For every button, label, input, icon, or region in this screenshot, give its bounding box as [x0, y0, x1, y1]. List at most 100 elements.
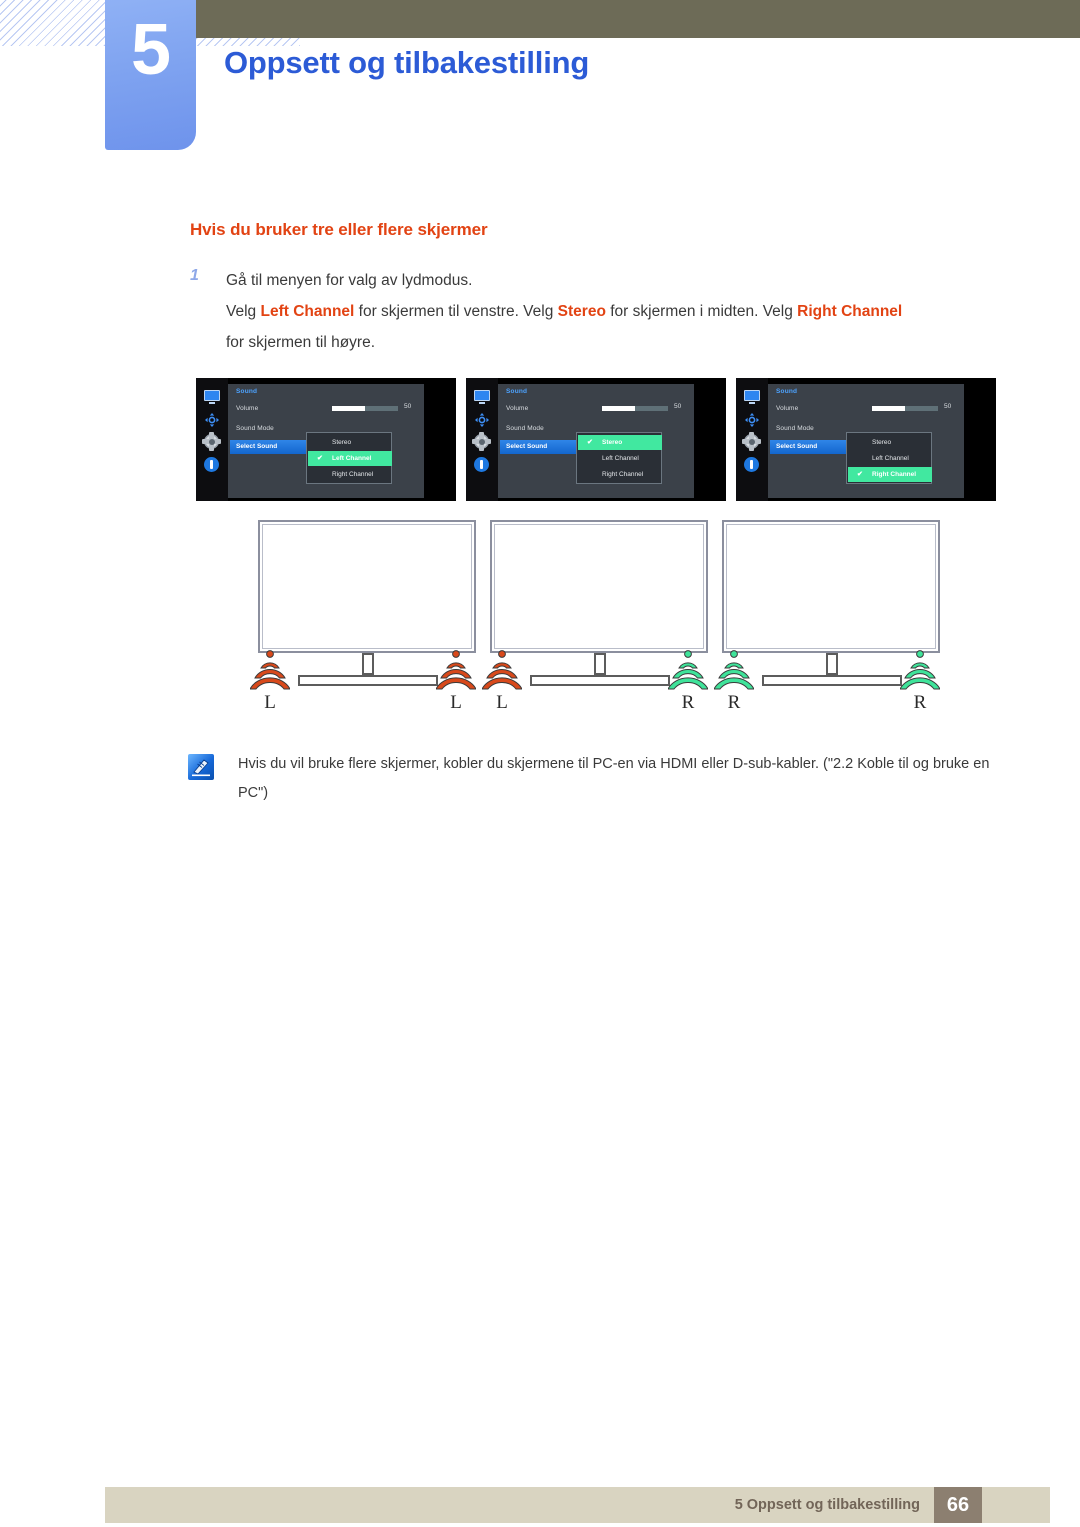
term-right-channel: Right Channel — [797, 303, 903, 320]
speaker-label: R — [727, 692, 741, 713]
check-icon: ✔ — [587, 439, 593, 446]
dropdown-option-right-channel[interactable]: Right Channel — [308, 467, 392, 482]
monitor-neck — [362, 653, 374, 675]
info-icon[interactable] — [744, 457, 760, 473]
speaker-label: R — [913, 692, 927, 713]
speaker-label: L — [264, 692, 276, 713]
dpad-icon[interactable] — [204, 412, 220, 428]
volume-value: 50 — [944, 403, 952, 410]
gear-icon[interactable] — [202, 432, 221, 451]
osd-title: Sound — [776, 388, 798, 395]
display-icon[interactable] — [204, 390, 220, 406]
dropdown-option-right-channel[interactable]: ✔ Right Channel — [848, 467, 932, 482]
monitor-base — [762, 675, 902, 686]
speaker-label: L — [496, 692, 508, 713]
dropdown-option-left-channel[interactable]: Left Channel — [848, 451, 932, 466]
page-title: Oppsett og tilbakestilling — [224, 45, 590, 80]
osd-menu-stereo: Sound Volume 50 Sound Mode Select Sound … — [466, 378, 726, 501]
volume-slider[interactable] — [602, 406, 668, 411]
volume-slider[interactable] — [872, 406, 938, 411]
check-icon: ✔ — [317, 455, 323, 462]
footer-chapter-label: 5 Oppsett og tilbakestilling — [734, 1497, 920, 1513]
volume-slider[interactable] — [332, 406, 398, 411]
check-icon: ✔ — [857, 471, 863, 478]
note-text: Hvis du vil bruke flere skjermer, kobler… — [238, 756, 990, 801]
speaker-wave-icon: L — [436, 648, 476, 713]
step-number: 1 — [190, 267, 199, 284]
term-stereo: Stereo — [557, 303, 606, 320]
volume-value: 50 — [674, 403, 682, 410]
dropdown-option-stereo[interactable]: Stereo — [308, 435, 392, 450]
three-monitor-diagram: L L L R R R — [250, 520, 960, 720]
step-line-3: for skjermen til høyre. — [226, 334, 376, 351]
osd-icon-sidebar — [196, 378, 228, 501]
osd-right-filler — [424, 378, 456, 501]
step-body: Gå til menyen for valg av lydmodus. Velg… — [226, 265, 1010, 358]
osd-menu-row: Sound Volume 50 Sound Mode Select Sound … — [196, 378, 1006, 503]
note-pen-icon — [188, 754, 214, 780]
osd-item-sound-mode[interactable]: Sound Mode — [236, 425, 274, 432]
speaker-wave-icon: R — [900, 648, 940, 713]
osd-menu-left-channel: Sound Volume 50 Sound Mode Select Sound … — [196, 378, 456, 501]
osd-item-sound-mode[interactable]: Sound Mode — [776, 425, 814, 432]
osd-panel: Sound Volume 50 Sound Mode Select Sound … — [768, 384, 964, 498]
osd-item-volume[interactable]: Volume — [236, 405, 258, 412]
step-block: 1 Gå til menyen for valg av lydmodus. Ve… — [190, 265, 1010, 358]
speaker-wave-icon: L — [250, 648, 290, 713]
step-line-2: Velg Left Channel for skjermen til venst… — [226, 296, 1010, 327]
dropdown-option-right-channel[interactable]: Right Channel — [578, 467, 662, 482]
step-line-1: Gå til menyen for valg av lydmodus. — [226, 272, 473, 289]
dpad-icon[interactable] — [744, 412, 760, 428]
chapter-number-badge: 5 — [105, 0, 196, 150]
dropdown-option-left-channel[interactable]: Left Channel — [578, 451, 662, 466]
monitor-neck — [594, 653, 606, 675]
display-icon[interactable] — [474, 390, 490, 406]
osd-panel: Sound Volume 50 Sound Mode Select Sound … — [228, 384, 424, 498]
osd-icon-sidebar — [736, 378, 768, 501]
info-icon[interactable] — [474, 457, 490, 473]
osd-selected-label: Select Sound — [776, 443, 818, 450]
gear-icon[interactable] — [472, 432, 491, 451]
chapter-number-text: 5 — [130, 10, 171, 90]
step-text-c: for skjermen til venstre. Velg — [354, 303, 558, 320]
footer-page-box: 66 — [934, 1487, 982, 1523]
info-icon[interactable] — [204, 457, 220, 473]
dpad-icon[interactable] — [474, 412, 490, 428]
monitor-screen — [722, 520, 940, 653]
osd-item-volume[interactable]: Volume — [506, 405, 528, 412]
step-text-a: Velg — [226, 303, 261, 320]
osd-right-filler — [964, 378, 996, 501]
dropdown-option-stereo[interactable]: ✔ Stereo — [578, 435, 662, 450]
dropdown-option-stereo[interactable]: Stereo — [848, 435, 932, 450]
osd-title: Sound — [236, 388, 258, 395]
step-text-e: for skjermen i midten. Velg — [605, 303, 798, 320]
osd-item-volume[interactable]: Volume — [776, 405, 798, 412]
monitor-screen — [258, 520, 476, 653]
section-subheading: Hvis du bruker tre eller flere skjermer — [190, 220, 488, 239]
osd-selected-label: Select Sound — [506, 443, 548, 450]
speaker-wave-icon: L — [482, 648, 522, 713]
gear-icon[interactable] — [742, 432, 761, 451]
osd-item-sound-mode[interactable]: Sound Mode — [506, 425, 544, 432]
select-sound-dropdown: Stereo Left Channel ✔ Right Channel — [846, 432, 932, 484]
osd-menu-right-channel: Sound Volume 50 Sound Mode Select Sound … — [736, 378, 996, 501]
page-number: 66 — [946, 1494, 970, 1516]
dropdown-option-left-channel[interactable]: ✔ Left Channel — [308, 451, 392, 466]
speaker-wave-icon: R — [668, 648, 708, 713]
monitor-base — [298, 675, 438, 686]
header-top-bar — [176, 0, 1080, 38]
display-icon[interactable] — [744, 390, 760, 406]
speaker-label: L — [450, 692, 462, 713]
monitor-neck — [826, 653, 838, 675]
osd-icon-sidebar — [466, 378, 498, 501]
osd-right-filler — [694, 378, 726, 501]
speaker-label: R — [681, 692, 695, 713]
footer-bar: 5 Oppsett og tilbakestilling 66 — [105, 1487, 1050, 1523]
note-block: Hvis du vil bruke flere skjermer, kobler… — [188, 750, 1010, 808]
osd-selected-label: Select Sound — [236, 443, 278, 450]
volume-value: 50 — [404, 403, 412, 410]
select-sound-dropdown: ✔ Stereo Left Channel Right Channel — [576, 432, 662, 484]
monitor-screen — [490, 520, 708, 653]
term-left-channel: Left Channel — [260, 303, 355, 320]
osd-panel: Sound Volume 50 Sound Mode Select Sound … — [498, 384, 694, 498]
